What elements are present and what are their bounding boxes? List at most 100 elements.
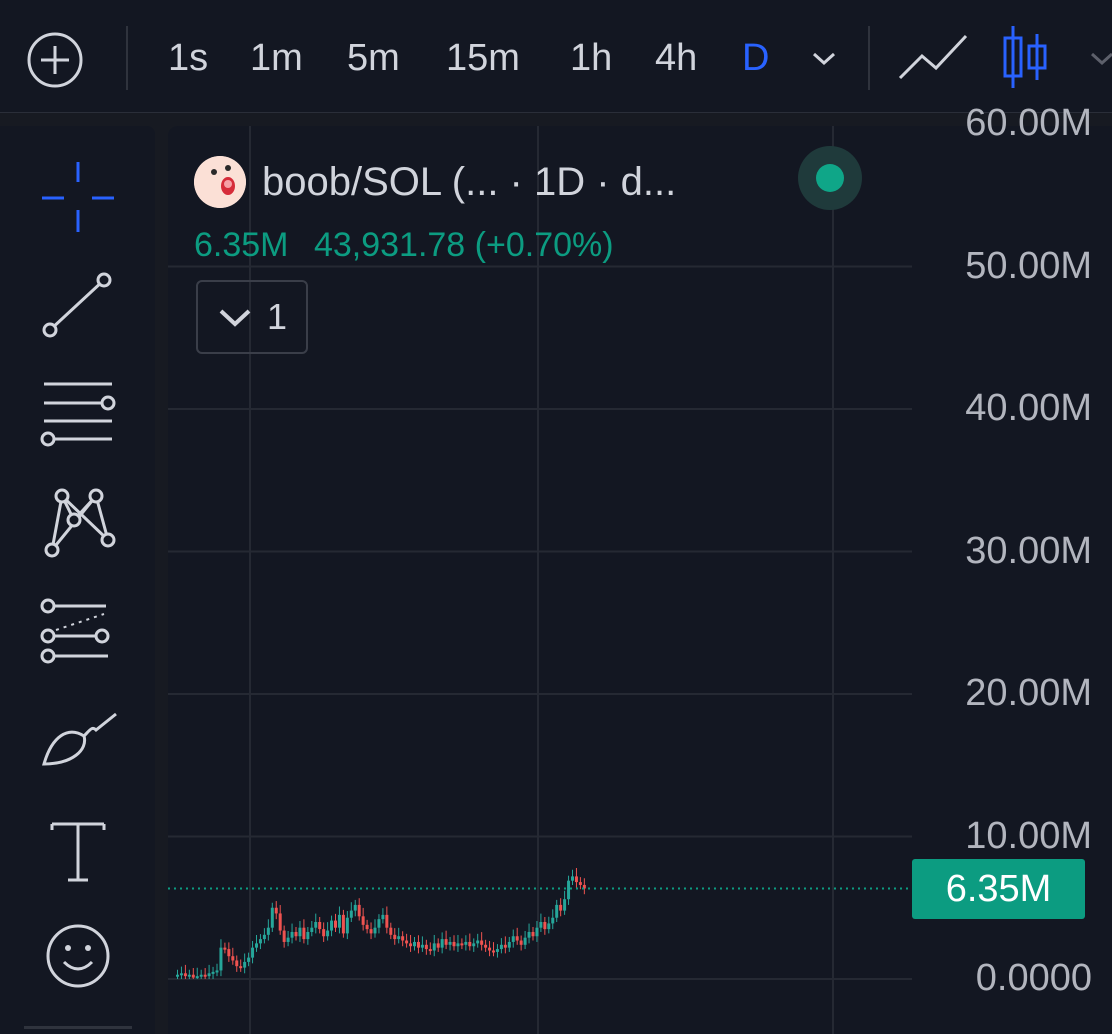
- candle: [251, 947, 255, 958]
- drawing-toolbar: [0, 126, 155, 1034]
- market-status-dot: [816, 164, 844, 192]
- candle: [409, 943, 413, 947]
- candle: [345, 917, 349, 934]
- candle: [503, 944, 507, 948]
- interval-5m[interactable]: 5m: [347, 36, 400, 80]
- chevron-down-icon: [219, 309, 251, 327]
- candle: [571, 876, 574, 881]
- candle: [334, 920, 337, 928]
- interval-1s[interactable]: 1s: [168, 36, 208, 80]
- interval-1m[interactable]: 1m: [250, 36, 303, 80]
- last-price-label: 6.35M: [912, 859, 1085, 919]
- price-axis-tick: 60.00M: [965, 102, 1092, 144]
- candle: [492, 950, 495, 953]
- candle: [397, 936, 401, 940]
- price-axis-tick: 20.00M: [965, 672, 1092, 714]
- interval-1h[interactable]: 1h: [570, 36, 612, 80]
- candles-icon[interactable]: [1000, 24, 1052, 90]
- candle: [298, 927, 302, 937]
- top-toolbar: 1s 1m 5m 15m 1h 4h D: [0, 0, 1112, 113]
- candle: [176, 974, 179, 977]
- candle: [199, 974, 203, 977]
- legend: boob/SOL (... · 1D · d...: [194, 154, 676, 210]
- candle: [507, 941, 511, 948]
- candle: [511, 936, 515, 942]
- indicator-count: 1: [266, 296, 288, 337]
- legend-change: 43,931.78 (+0.70%): [313, 226, 614, 264]
- candle: [278, 913, 282, 931]
- market-status[interactable]: [798, 146, 862, 210]
- candle: [373, 927, 377, 934]
- crosshair-tool[interactable]: [34, 156, 124, 236]
- candle: [290, 931, 294, 938]
- candle: [452, 941, 456, 947]
- pattern-tool[interactable]: [34, 486, 124, 566]
- candle: [405, 940, 409, 944]
- candle: [432, 943, 436, 951]
- line-chart-icon[interactable]: [896, 30, 970, 86]
- chart-pane[interactable]: boob/SOL (... · 1D · d... 6.35M 43,931.7…: [168, 102, 1112, 1034]
- candle: [519, 940, 523, 945]
- candle: [488, 947, 492, 951]
- trend-line-icon: [42, 272, 112, 338]
- candle: [377, 919, 381, 928]
- candle: [294, 931, 298, 937]
- symbol-title[interactable]: boob/SOL (... · 1D · d...: [262, 160, 676, 205]
- candle: [416, 941, 420, 948]
- emoji-icon: [46, 924, 110, 988]
- fib-levels-icon: [40, 598, 110, 664]
- candle: [211, 971, 215, 974]
- candle: [578, 882, 582, 885]
- candle: [179, 973, 183, 976]
- pattern-icon: [44, 488, 116, 558]
- candle: [341, 914, 345, 934]
- candle: [420, 944, 424, 948]
- candle: [231, 956, 235, 961]
- horizontal-lines-tool[interactable]: [34, 376, 124, 456]
- chevron-down-icon[interactable]: [1088, 48, 1112, 68]
- candle: [227, 949, 231, 957]
- candle: [559, 904, 563, 911]
- candle: [460, 943, 464, 946]
- candle: [424, 944, 428, 950]
- candle: [258, 939, 262, 944]
- candle: [326, 930, 330, 937]
- candle: [235, 960, 239, 967]
- candle: [255, 943, 258, 948]
- interval-4h[interactable]: 4h: [655, 36, 697, 80]
- chevron-down-icon[interactable]: [810, 48, 838, 68]
- token-avatar: [194, 156, 246, 208]
- candle: [543, 922, 547, 930]
- candle: [286, 937, 290, 942]
- candle: [531, 931, 535, 937]
- candle: [243, 961, 247, 968]
- candle: [448, 941, 452, 945]
- candle: [369, 929, 373, 934]
- candle: [361, 916, 365, 925]
- emoji-tool[interactable]: [34, 918, 124, 998]
- candle: [282, 930, 286, 942]
- candle: [440, 939, 444, 948]
- indicators-collapse-button[interactable]: 1: [196, 280, 308, 354]
- price-axis-tick: 40.00M: [965, 387, 1092, 429]
- candle: [555, 904, 559, 918]
- fib-levels-tool[interactable]: [34, 596, 124, 676]
- interval-1d[interactable]: D: [742, 36, 769, 80]
- price-axis-tick: 0.0000: [975, 957, 1092, 999]
- candle: [428, 949, 432, 952]
- token-face-icon: [194, 156, 246, 208]
- candle: [472, 943, 476, 947]
- brush-tool[interactable]: [34, 706, 124, 786]
- candle: [484, 944, 488, 948]
- horizontal-lines-icon: [40, 382, 116, 447]
- candle: [480, 940, 484, 945]
- trend-line-tool[interactable]: [34, 266, 124, 346]
- text-tool[interactable]: [34, 814, 124, 894]
- interval-15m[interactable]: 15m: [446, 36, 520, 80]
- legend-values: 6.35M 43,931.78 (+0.70%): [194, 226, 630, 265]
- add-circle-icon[interactable]: [26, 31, 84, 89]
- candle: [389, 927, 393, 935]
- candle: [413, 941, 416, 947]
- toolbar-separator: [868, 26, 870, 90]
- candle: [393, 934, 397, 940]
